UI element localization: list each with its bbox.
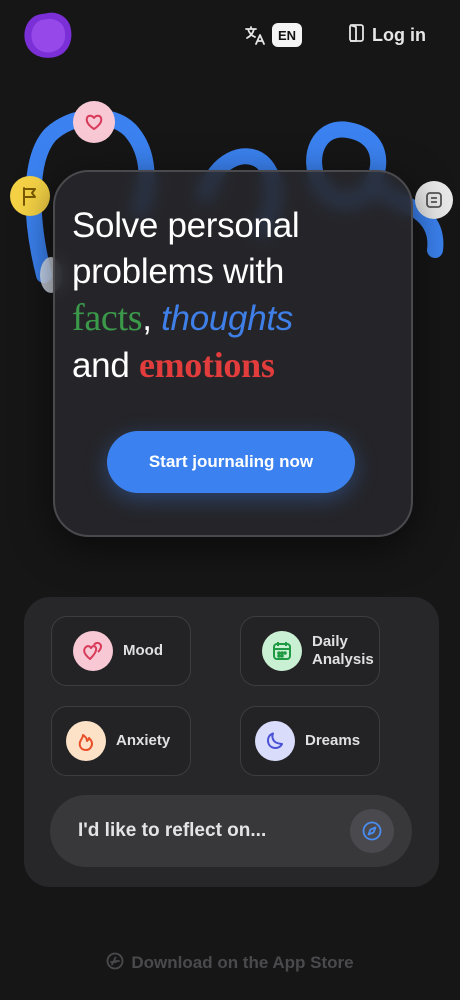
topic-anxiety[interactable]: Anxiety	[51, 706, 191, 776]
topic-dreams[interactable]: Dreams	[240, 706, 380, 776]
compass-icon[interactable]	[350, 809, 394, 853]
language-selector[interactable]: EN	[272, 23, 302, 47]
moon-icon	[255, 721, 295, 761]
topic-daily-analysis[interactable]: Daily Analysis	[240, 616, 380, 686]
hearts-icon	[73, 631, 113, 671]
word-and: and	[72, 346, 130, 385]
translate-icon[interactable]	[244, 24, 266, 46]
word-facts: facts	[72, 297, 143, 339]
app-logo[interactable]	[22, 10, 74, 60]
heart-badge	[73, 101, 115, 143]
hero-title: Solve personal problems with facts, thou…	[72, 203, 402, 389]
word-thoughts: thoughts	[161, 299, 293, 338]
topic-daily-label: Daily Analysis	[312, 633, 374, 668]
note-badge	[415, 181, 453, 219]
title-line-2: problems with	[72, 252, 285, 291]
reflect-placeholder: I'd like to reflect on...	[78, 820, 267, 841]
topic-anxiety-label: Anxiety	[116, 732, 171, 749]
flag-badge	[10, 176, 50, 216]
title-line-1: Solve personal	[72, 206, 300, 245]
reflect-input[interactable]: I'd like to reflect on...	[50, 795, 412, 867]
topic-dreams-label: Dreams	[305, 732, 361, 749]
app-store-icon	[106, 952, 124, 975]
door-icon	[348, 23, 366, 48]
word-emotions: emotions	[138, 345, 275, 385]
comma: ,	[142, 299, 152, 338]
start-journaling-button[interactable]: Start journaling now	[107, 431, 355, 493]
flame-icon	[66, 721, 106, 761]
topic-mood[interactable]: Mood	[51, 616, 191, 686]
login-button[interactable]: Log in	[348, 22, 426, 48]
login-label: Log in	[372, 24, 426, 45]
app-store-label: Download on the App Store	[131, 953, 354, 972]
app-store-link[interactable]: Download on the App Store	[0, 950, 460, 976]
topic-mood-label: Mood	[123, 642, 163, 659]
calendar-icon	[262, 631, 302, 671]
